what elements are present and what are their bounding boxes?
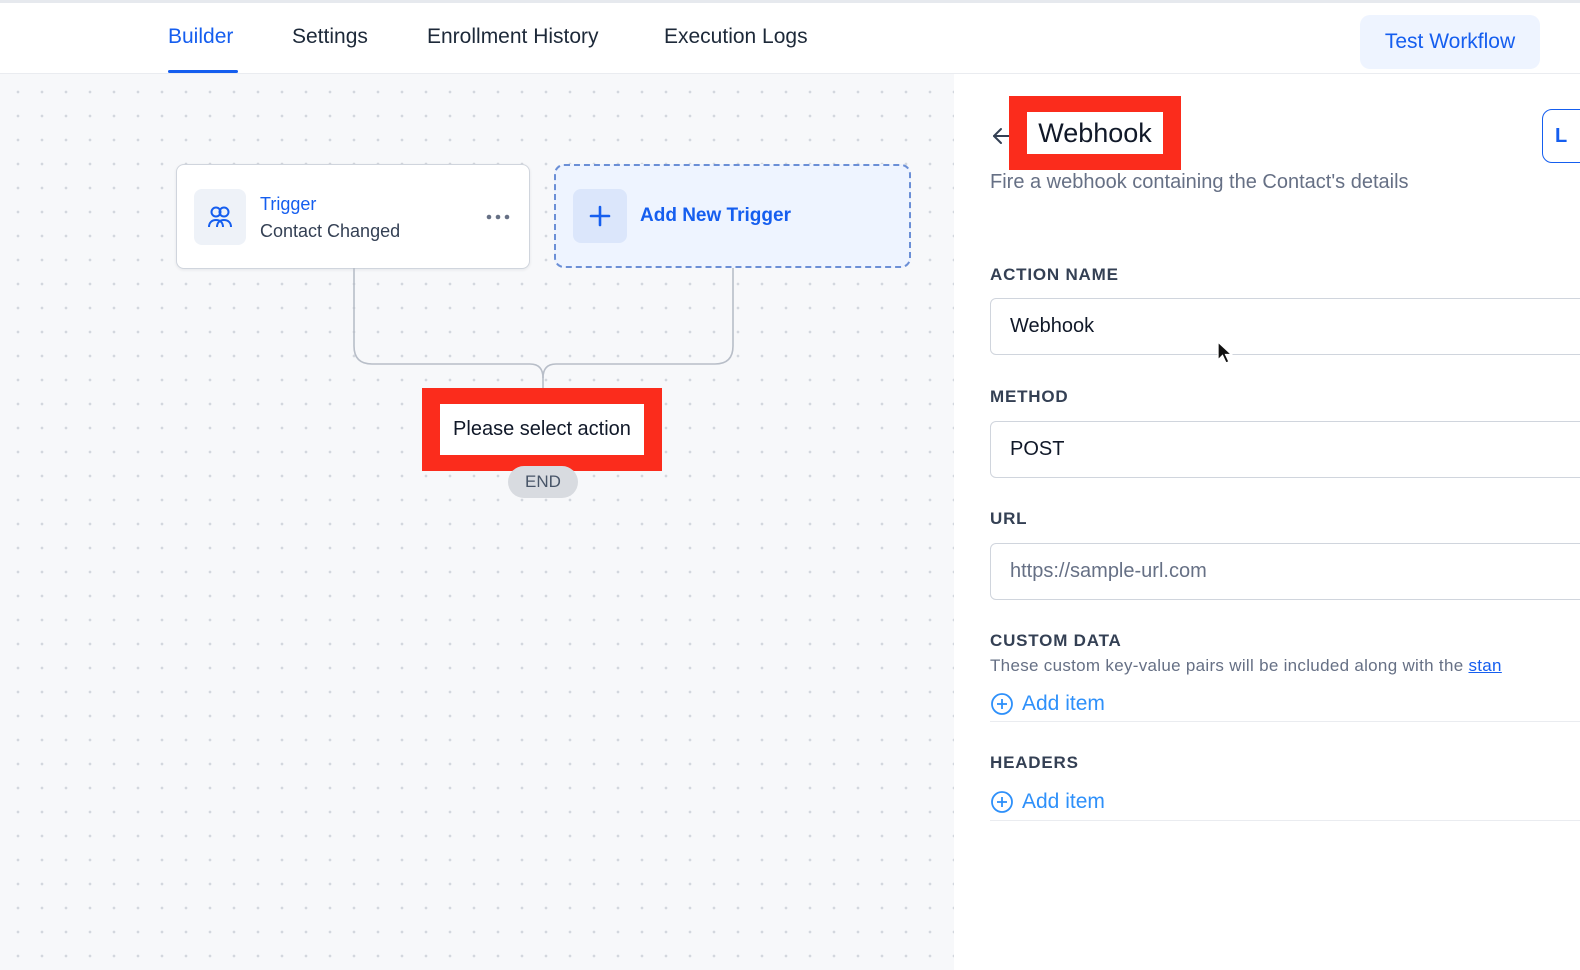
url-input[interactable]: https://sample-url.com <box>990 543 1580 600</box>
divider <box>990 820 1580 821</box>
users-icon <box>194 189 246 245</box>
more-options-icon[interactable] <box>484 205 512 229</box>
tab-execution-logs[interactable]: Execution Logs <box>664 25 808 49</box>
trigger-label: Trigger <box>260 194 317 214</box>
add-new-trigger-label[interactable]: Add New Trigger <box>640 205 791 227</box>
method-label: METHOD <box>990 387 1069 406</box>
plus-circle-icon <box>991 693 1013 715</box>
custom-data-add-item-button[interactable]: Add item <box>990 692 1105 716</box>
trigger-value: Contact Changed <box>260 221 401 241</box>
top-navigation: Builder Settings Enrollment History Exec… <box>0 0 1580 74</box>
tab-enrollment-history[interactable]: Enrollment History <box>427 25 599 49</box>
headers-add-item-label: Add item <box>1022 790 1105 813</box>
action-name-input[interactable]: Webhook <box>990 298 1580 355</box>
select-action-highlight: Please select action <box>422 388 662 471</box>
plus-circle-icon <box>991 791 1013 813</box>
action-name-label: ACTION NAME <box>990 265 1119 284</box>
tab-settings[interactable]: Settings <box>292 25 368 49</box>
select-action-node[interactable]: Please select action <box>440 404 644 455</box>
panel-subtitle: Fire a webhook containing the Contact's … <box>990 171 1409 193</box>
standard-data-link[interactable]: stan <box>1468 656 1501 675</box>
custom-data-add-item-label: Add item <box>1022 692 1105 715</box>
mouse-pointer-icon <box>1217 340 1234 364</box>
connector-lines <box>353 268 734 392</box>
tab-builder[interactable]: Builder <box>168 25 233 49</box>
headers-add-item-button[interactable]: Add item <box>990 790 1105 814</box>
plus-icon[interactable] <box>573 189 627 243</box>
active-tab-indicator <box>168 70 238 73</box>
panel-title: Webhook <box>1027 112 1163 154</box>
custom-data-label: CUSTOM DATA <box>990 631 1122 650</box>
action-config-panel <box>954 74 1580 970</box>
custom-data-helper-text: These custom key-value pairs will be inc… <box>990 656 1469 675</box>
headers-label: HEADERS <box>990 753 1079 772</box>
divider <box>990 721 1580 722</box>
end-node: END <box>508 466 578 498</box>
method-select[interactable]: POST <box>990 421 1580 478</box>
title-highlight: Webhook <box>1009 96 1181 170</box>
url-label: URL <box>990 509 1028 528</box>
custom-data-helper: These custom key-value pairs will be inc… <box>990 656 1502 676</box>
test-workflow-button[interactable]: Test Workflow <box>1360 15 1540 69</box>
panel-action-button[interactable]: L <box>1542 109 1580 163</box>
